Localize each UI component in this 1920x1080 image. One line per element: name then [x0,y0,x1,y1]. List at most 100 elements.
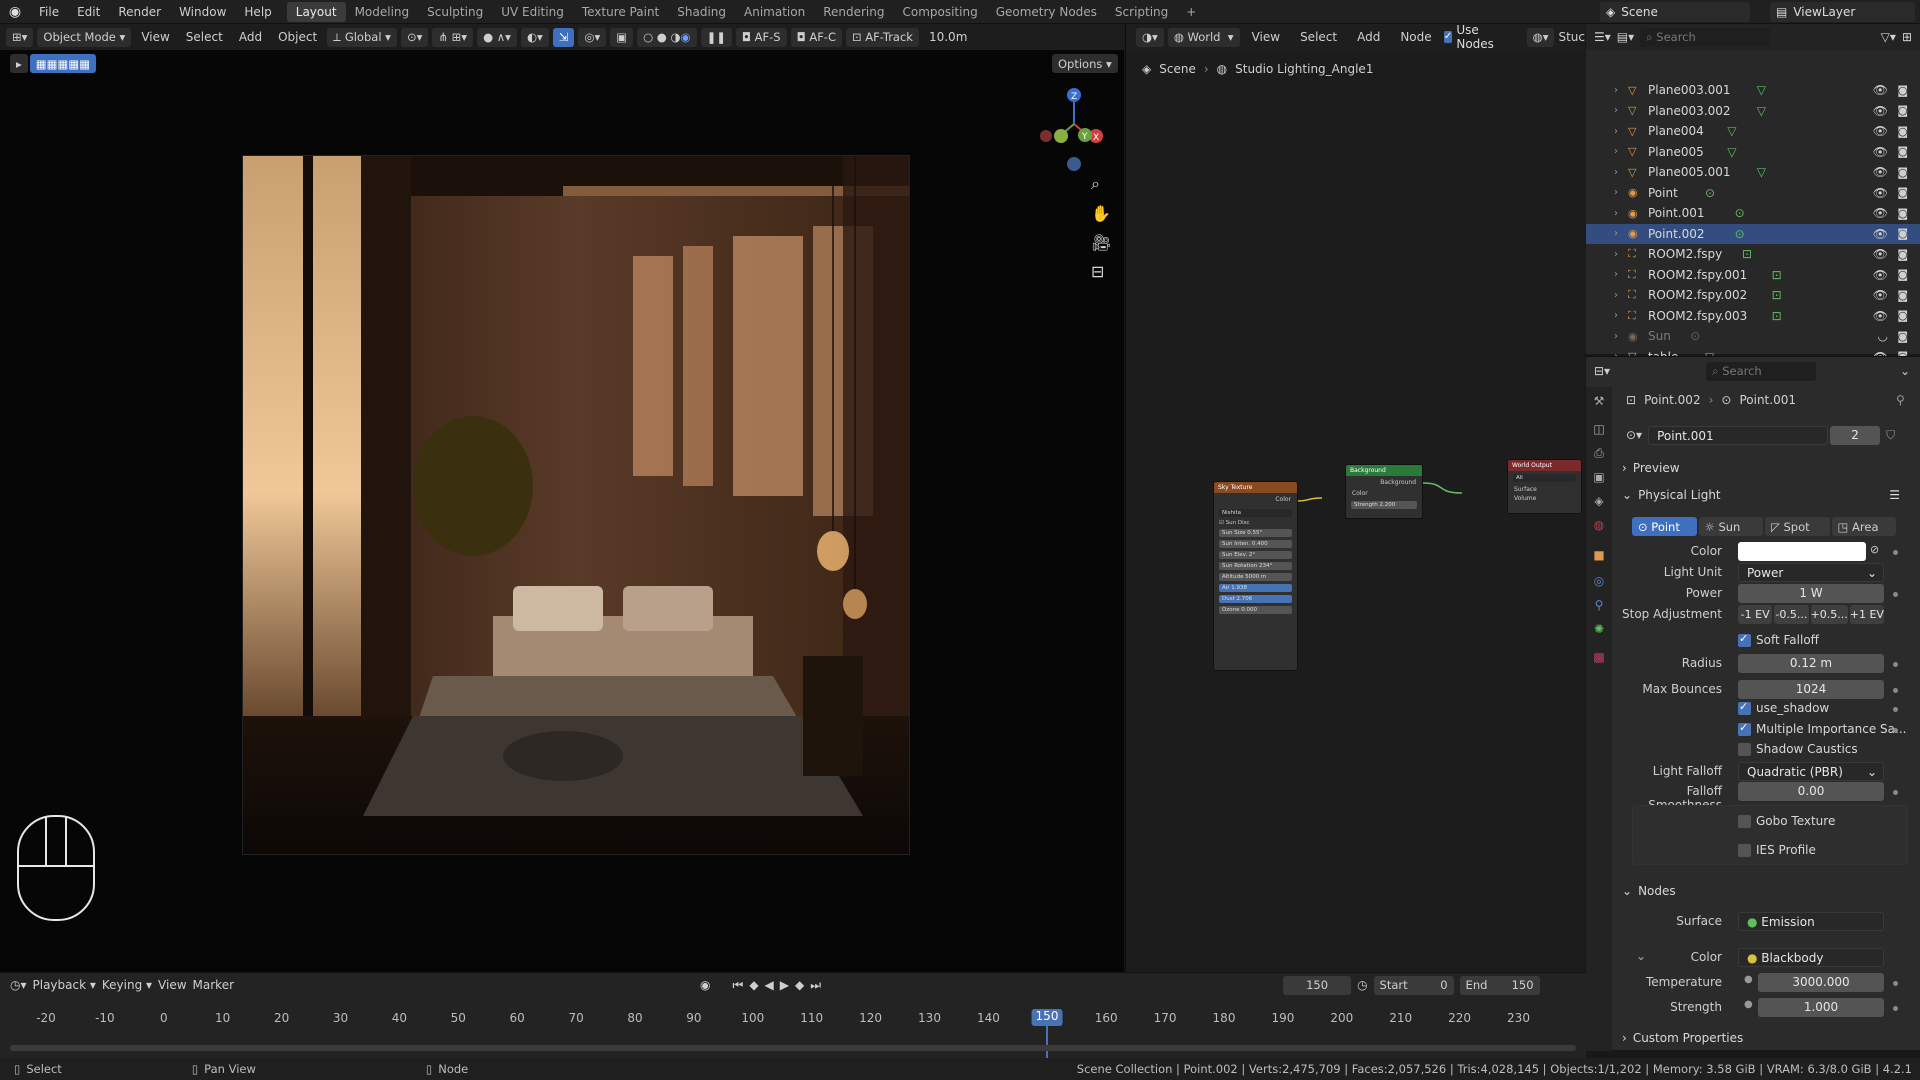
render-camera-icon[interactable]: ◙ [1897,330,1908,343]
panel-list-icon[interactable]: ☰ [1889,488,1900,502]
constraints-tab-icon[interactable]: ⚲ [1591,597,1607,613]
light-data-icon[interactable]: ⊙ [1705,186,1715,200]
timeline-menu-playback[interactable]: Playback ▾ [33,978,96,992]
zoom-icon[interactable]: ⌕ [1091,174,1111,194]
stop-minus-1-button[interactable]: -1 EV [1738,605,1773,624]
sky-row[interactable]: Dust 2.706 [1219,595,1292,603]
light-type-sun[interactable]: ☼ Sun [1698,517,1763,536]
frame-clock-icon[interactable]: ◷ [1357,978,1367,992]
render-camera-icon[interactable]: ◙ [1897,145,1908,158]
add-workspace-icon[interactable]: + [1177,2,1205,22]
keyframe-dot[interactable] [1893,662,1898,667]
mode-dropdown[interactable]: Object Mode ▾ [37,27,132,47]
power-field[interactable]: 1 W [1738,584,1884,603]
properties-editor[interactable]: ⊟▾ ⌕ Search ⌄ ⚒ ◫ ⎙ ▣ ◈ ◍ ■ ◎ ⚲ ✺ ▩ ⊡ Po… [1586,356,1920,1051]
outliner-item[interactable]: › ◉ Point.002 ⊙ 👁︎ ◙ [1586,223,1920,244]
strength-field[interactable]: 1.000 [1758,998,1884,1017]
menu-file[interactable]: File [30,5,68,19]
prev-keyframe-icon[interactable]: ◆ [749,978,764,992]
scene-selector[interactable]: ◈ Scene [1600,2,1750,22]
surface-dropdown[interactable]: ● Emission [1738,912,1884,931]
expand-chevron-icon[interactable]: › [1614,146,1628,157]
camera-data-icon[interactable]: ⊡ [1772,288,1782,302]
tab-layout[interactable]: Layout [286,1,346,22]
light-type-area[interactable]: ◳ Area [1831,517,1896,536]
datablock-name-field[interactable]: Point.001 [1648,425,1829,445]
display-mode-icon[interactable]: ▤▾ [1617,30,1634,44]
outliner-search-input[interactable]: ⌕ Search [1640,27,1771,47]
af-s-button[interactable]: ◘ AF-S [735,27,787,47]
expand-chevron-icon[interactable]: › [1614,269,1628,280]
render-camera-icon[interactable]: ◙ [1897,248,1908,261]
properties-search-input[interactable]: ⌕ Search [1706,361,1817,381]
menu-help[interactable]: Help [235,5,280,19]
jump-start-icon[interactable]: ⏮ [733,978,750,992]
light-data-icon[interactable]: ⊙ [1690,329,1700,343]
render-camera-icon[interactable]: ◙ [1897,104,1908,117]
mesh-data-icon[interactable]: ▽ [1727,145,1736,159]
af-track-button[interactable]: ⊡ AF-Track [846,27,919,47]
xray-icon[interactable]: ▣ [610,27,634,47]
expand-chevron-icon[interactable]: › [1614,290,1628,301]
keyframe-dot[interactable] [1893,981,1898,986]
outliner[interactable]: ☰▾ ▤▾ ⌕ Search ▽▾ ⊞ › ▽ Plane003.001 ▽ 👁︎ ◙ › ▽… [1586,24,1920,364]
render-camera-icon[interactable]: ◙ [1897,309,1908,322]
outliner-item[interactable]: › ◉ Point.001 ⊙ 👁︎ ◙ [1586,203,1920,223]
preview-panel-header[interactable]: › Preview [1612,457,1920,479]
view-layer-tab-icon[interactable]: ▣ [1591,469,1607,485]
timeline-scrollbar[interactable] [10,1045,1576,1051]
render-camera-icon[interactable]: ◙ [1897,186,1908,199]
outliner-item[interactable]: › ⛶ ROOM2.fspy ⊡ 👁︎ ◙ [1586,244,1920,264]
play-icon[interactable]: ▶ [780,978,795,992]
physical-light-panel-header[interactable]: ⌄ Physical Light ☰ [1612,484,1920,506]
properties-options-icon[interactable]: ⌄ [1900,364,1910,378]
eye-icon[interactable]: 👁︎ [1873,104,1888,118]
light-color-swatch[interactable] [1738,542,1866,561]
timeline-menu-view[interactable]: View [158,978,186,992]
tab-geometry-nodes[interactable]: Geometry Nodes [987,2,1106,22]
current-frame-field[interactable]: 150 [1283,975,1352,995]
light-data-tab-icon[interactable]: ✺ [1591,621,1607,637]
gobo-texture-checkbox[interactable] [1738,815,1751,828]
timeline-menu-marker[interactable]: Marker [193,978,234,992]
keyframe-dot[interactable] [1893,550,1898,555]
tab-sculpting[interactable]: Sculpting [418,2,492,22]
next-keyframe-icon[interactable]: ◆ [795,978,810,992]
auto-keying-icon[interactable]: ◉ [700,978,710,992]
tab-rendering[interactable]: Rendering [814,2,893,22]
blender-logo-icon[interactable]: ◉ [0,4,30,20]
light-unit-dropdown[interactable]: Power ⌄ [1738,563,1884,582]
render-camera-icon[interactable]: ◙ [1897,289,1908,302]
datablock-icon[interactable]: ⊙▾ [1626,428,1642,442]
keyframe-dot[interactable] [1893,592,1898,597]
pause-icon[interactable]: ❚❚ [700,27,732,47]
custom-properties-panel-header[interactable]: › Custom Properties [1612,1027,1920,1049]
timeline-menu-keying[interactable]: Keying ▾ [102,978,152,992]
eye-icon[interactable]: 👁︎ [1873,165,1888,179]
jump-end-icon[interactable]: ⏭ [810,978,827,992]
color-input-dropdown[interactable]: ● Blackbody [1738,948,1884,967]
visibility-icon[interactable]: ◐▾ [520,27,549,47]
bg-strength[interactable]: Strength 2.200 [1351,501,1417,509]
ies-profile-checkbox[interactable] [1738,844,1751,857]
filter-icon[interactable]: ▽▾ [1881,30,1896,44]
menu-edit[interactable]: Edit [68,5,109,19]
outliner-item[interactable]: › ▽ Plane003.002 ▽ 👁︎ ◙ [1586,101,1920,121]
outliner-item[interactable]: › ⛶ ROOM2.fspy.002 ⊡ 👁︎ ◙ [1586,285,1920,305]
render-camera-icon[interactable]: ◙ [1897,84,1908,97]
timeline[interactable]: ◷▾ Playback ▾ Keying ▾ View Marker ◉ ⏮◆◀… [0,972,1586,1062]
camera-data-icon[interactable]: ⊡ [1772,268,1782,282]
temperature-field[interactable]: 3000.000 [1758,973,1884,992]
eye-icon[interactable]: 👁︎ [1873,124,1888,138]
menu-window[interactable]: Window [170,5,235,19]
eye-icon[interactable]: 👁︎ [1873,288,1888,302]
outliner-item[interactable]: › ◉ Sun ⊙ ◡ ◙ [1586,326,1920,346]
wo-target[interactable]: All [1513,474,1576,482]
eye-icon[interactable]: 👁︎ [1873,268,1888,282]
render-camera-icon[interactable]: ◙ [1897,166,1908,179]
eye-icon[interactable]: 👁︎ [1873,145,1888,159]
falloff-smoothness-field[interactable]: 0.00 [1738,782,1884,801]
af-c-button[interactable]: ◘ AF-C [790,27,842,47]
output-tab-icon[interactable]: ⎙ [1591,445,1607,461]
sky-row[interactable]: Air 1.938 [1219,584,1292,592]
